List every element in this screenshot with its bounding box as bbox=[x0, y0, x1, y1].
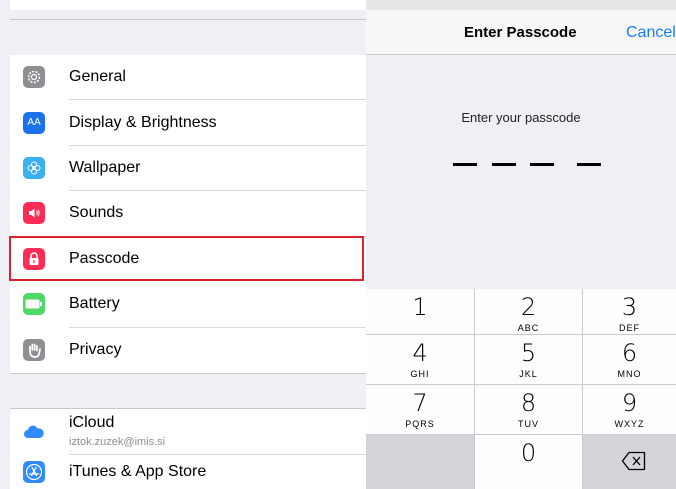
passcode-digit-placeholder bbox=[530, 163, 554, 166]
sidebar-item-label: iTunes & App Store bbox=[69, 463, 207, 480]
key-digit: 6 bbox=[621, 339, 638, 367]
battery-icon bbox=[23, 293, 45, 315]
passcode-entry-area: Enter your passcode bbox=[366, 55, 676, 289]
key-letters: TUV bbox=[518, 419, 539, 429]
sidebar-item-icloud[interactable]: iCloud iztok.zuzek@imis.si bbox=[10, 409, 366, 455]
cancel-button[interactable]: Cancel bbox=[626, 24, 676, 42]
speaker-icon bbox=[23, 202, 45, 224]
key-digit: 5 bbox=[520, 339, 537, 367]
backspace-icon bbox=[621, 451, 647, 476]
key-letters: JKL bbox=[519, 369, 538, 379]
key-letters: PQRS bbox=[405, 419, 435, 429]
settings-sidebar: General AA Display & Brightness Wallpape… bbox=[0, 0, 366, 489]
key-digit: 0 bbox=[520, 439, 537, 467]
passcode-digit-placeholder bbox=[577, 163, 601, 166]
sidebar-item-label: Sounds bbox=[69, 204, 124, 221]
key-letters: MNO bbox=[617, 369, 642, 379]
sidebar-item-label: General bbox=[69, 68, 126, 85]
key-8[interactable]: 8 TUV bbox=[475, 385, 582, 434]
key-digit: 8 bbox=[520, 389, 537, 417]
key-5[interactable]: 5 JKL bbox=[475, 335, 582, 384]
sidebar-item-privacy[interactable]: Privacy bbox=[10, 328, 366, 373]
wallpaper-icon bbox=[23, 157, 45, 179]
passcode-digit-placeholder bbox=[492, 163, 516, 166]
key-digit: 3 bbox=[621, 293, 638, 321]
key-letters: DEF bbox=[619, 323, 640, 333]
hand-icon bbox=[23, 339, 45, 361]
sidebar-item-label: Battery bbox=[69, 295, 120, 312]
passcode-panel: Enter Passcode Cancel Enter your passcod… bbox=[366, 0, 676, 489]
key-digit: 7 bbox=[412, 389, 428, 417]
cloud-icon bbox=[23, 421, 45, 443]
sidebar-item-battery[interactable]: Battery bbox=[10, 282, 366, 328]
passcode-prompt: Enter your passcode bbox=[461, 110, 581, 125]
key-6[interactable]: 6 MNO bbox=[583, 335, 676, 384]
icloud-account-email: iztok.zuzek@imis.si bbox=[69, 436, 166, 448]
key-letters: GHI bbox=[410, 369, 430, 379]
delete-key[interactable] bbox=[583, 435, 676, 489]
passcode-navbar: Enter Passcode Cancel bbox=[366, 10, 676, 55]
sidebar-item-passcode[interactable]: Passcode bbox=[10, 237, 366, 282]
section-divider bbox=[10, 373, 366, 374]
key-digit: 1 bbox=[412, 293, 428, 321]
sidebar-item-sounds[interactable]: Sounds bbox=[10, 191, 366, 237]
key-2[interactable]: 2 ABC bbox=[475, 289, 582, 334]
numeric-keypad: 1 2 ABC 3 DEF 4 GHI 5 JKL 6 MNO 7 PQRS 8… bbox=[366, 289, 676, 489]
sidebar-item-label: Privacy bbox=[69, 341, 122, 358]
sidebar-item-display-brightness[interactable]: AA Display & Brightness bbox=[10, 100, 366, 146]
key-0[interactable]: 0 bbox=[475, 435, 582, 489]
sidebar-item-label: Wallpaper bbox=[69, 159, 141, 176]
key-digit: 4 bbox=[412, 339, 428, 367]
key-letters: ABC bbox=[517, 323, 540, 333]
passcode-digit-placeholder bbox=[453, 163, 477, 166]
sidebar-item-label: iCloud bbox=[69, 414, 115, 431]
key-digit: 2 bbox=[520, 293, 537, 321]
sidebar-item-general[interactable]: General bbox=[10, 55, 366, 100]
page-title: Enter Passcode bbox=[464, 24, 577, 41]
lock-icon bbox=[23, 248, 45, 270]
key-letters: WXYZ bbox=[614, 419, 645, 429]
app-store-icon bbox=[23, 461, 45, 483]
sidebar-item-wallpaper[interactable]: Wallpaper bbox=[10, 146, 366, 191]
display-brightness-icon: AA bbox=[23, 112, 45, 134]
key-4[interactable]: 4 GHI bbox=[366, 335, 474, 384]
sidebar-top-row bbox=[10, 0, 366, 10]
sidebar-item-label: Display & Brightness bbox=[69, 114, 217, 131]
key-1[interactable]: 1 bbox=[366, 289, 474, 334]
key-9[interactable]: 9 WXYZ bbox=[583, 385, 676, 434]
key-blank bbox=[366, 435, 474, 489]
key-3[interactable]: 3 DEF bbox=[583, 289, 676, 334]
sidebar-item-itunes-app-store[interactable]: iTunes & App Store bbox=[10, 455, 366, 489]
section-divider bbox=[10, 19, 366, 20]
key-7[interactable]: 7 PQRS bbox=[366, 385, 474, 434]
gear-icon bbox=[23, 66, 45, 88]
key-digit: 9 bbox=[621, 389, 638, 417]
sidebar-item-label: Passcode bbox=[69, 250, 140, 267]
